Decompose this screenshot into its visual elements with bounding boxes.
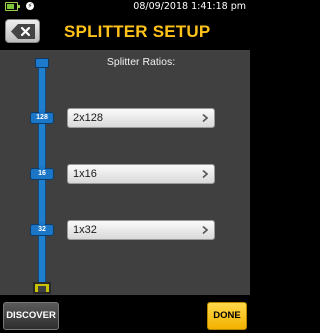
back-x-icon <box>11 24 35 39</box>
splitter-ratio-value: 1x16 <box>73 168 97 180</box>
status-bar: ⚡ 08/09/2018 1:41:18 pm <box>0 0 250 14</box>
chevron-right-icon <box>202 226 208 234</box>
footer-bar: DISCOVER DONE <box>0 295 250 333</box>
splitter-node-3: 32 <box>30 220 54 236</box>
connector-icon <box>33 282 51 294</box>
splitter-node-1: 128 <box>30 108 54 124</box>
splitter-ratio-select-3[interactable]: 1x32 <box>67 220 215 240</box>
discover-button[interactable]: DISCOVER <box>3 302 59 330</box>
splitter-ratio-select-2[interactable]: 1x16 <box>67 164 215 184</box>
splitter-setup-panel: Splitter Ratios: 128 16 32 2x128 1x16 1x… <box>0 50 250 295</box>
header: SPLITTER SETUP <box>0 14 250 50</box>
back-button[interactable] <box>5 19 40 43</box>
battery-icon <box>5 2 20 11</box>
done-button[interactable]: DONE <box>207 302 247 330</box>
chevron-right-icon <box>202 170 208 178</box>
splitter-ratio-value: 2x128 <box>73 112 103 124</box>
splitter-ratio-value: 1x32 <box>73 224 97 236</box>
cable-end-cap <box>35 58 49 68</box>
splitter-ratio-select-1[interactable]: 2x128 <box>67 108 215 128</box>
chevron-right-icon <box>202 114 208 122</box>
page-title: SPLITTER SETUP <box>64 22 211 41</box>
plug-icon: ⚡ <box>26 2 34 10</box>
status-datetime: 08/09/2018 1:41:18 pm <box>133 1 246 12</box>
splitter-node-2: 16 <box>30 164 54 180</box>
